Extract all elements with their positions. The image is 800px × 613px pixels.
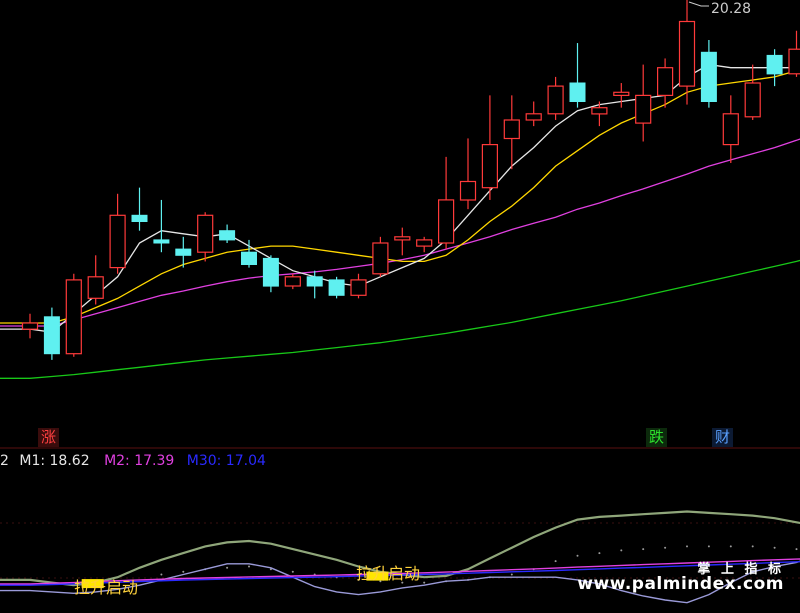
- watermark-url: www.palmindex.com: [577, 574, 784, 594]
- candle-body-up: [66, 280, 81, 354]
- candle-body-up: [745, 83, 760, 117]
- up-tag: 涨: [38, 428, 59, 447]
- candle-body-up: [88, 277, 103, 299]
- candle-body-up: [461, 182, 476, 201]
- info-tag: 财: [712, 428, 733, 447]
- candle-body-up: [395, 237, 410, 240]
- indicator-dot: [160, 574, 162, 576]
- indicator-dot: [752, 545, 754, 547]
- candlesticks: [23, 0, 800, 360]
- indicator-dot: [686, 545, 688, 547]
- signal-label-1: 拉升启动: [74, 574, 138, 598]
- candle-body-up: [548, 86, 563, 114]
- candle-body-down: [176, 249, 191, 255]
- candle-body-up: [614, 92, 629, 95]
- legend-m30: M30: 17.04: [187, 453, 266, 469]
- indicator-dot: [664, 547, 666, 549]
- candle-body-down: [570, 83, 585, 102]
- candle-body-down: [307, 277, 322, 286]
- candle-body-down: [263, 258, 278, 286]
- indicator-dot: [796, 548, 798, 550]
- candle-body-down: [329, 280, 344, 295]
- candle-body-up: [504, 120, 519, 139]
- indicator-dot: [423, 582, 425, 584]
- candle-body-up: [351, 280, 366, 295]
- candle-body-up: [636, 95, 651, 123]
- indicator-dot: [708, 545, 710, 547]
- candle-body-down: [767, 55, 782, 74]
- indicator-dot: [774, 547, 776, 549]
- high-annotation: 20.28: [689, 1, 751, 17]
- indicator-dot: [182, 571, 184, 573]
- indicator-dot: [292, 571, 294, 573]
- indicator-dot: [598, 552, 600, 554]
- indicator-dot: [226, 567, 228, 569]
- candle-body-up: [23, 323, 38, 329]
- indicator-dot: [730, 545, 732, 547]
- down-tag: 跌: [646, 428, 667, 447]
- candle-body-down: [220, 231, 235, 240]
- high-price-label: 20.28: [711, 1, 751, 17]
- candle-body-down: [132, 215, 147, 221]
- candle-body-down: [242, 252, 257, 264]
- legend-m1: M1: 18.62: [19, 453, 89, 469]
- ma-line-yellow: [0, 62, 800, 324]
- candle-body-down: [701, 52, 716, 101]
- indicator-dot: [555, 560, 557, 562]
- indicator-dot: [577, 555, 579, 557]
- candle-body-up: [198, 215, 213, 252]
- candle-body-up: [592, 108, 607, 114]
- candle-body-up: [285, 277, 300, 286]
- high-pointer: [689, 2, 709, 6]
- indicator-dot: [620, 549, 622, 551]
- candle-body-up: [482, 145, 497, 188]
- candle-body-up: [439, 200, 454, 243]
- chart-stage: 20.28 涨 跌 财 2 M1: 18.62 M2: 17.39 M30: 1…: [0, 0, 800, 609]
- indicator-dot: [248, 566, 250, 568]
- candle-body-up: [417, 240, 432, 246]
- candle-body-up: [680, 22, 695, 87]
- candle-body-up: [526, 114, 541, 120]
- candle-body-up: [373, 243, 388, 274]
- indicator-legend: 2 M1: 18.62 M2: 17.39 M30: 17.04: [0, 453, 266, 469]
- signal-label-2: 拉升启动: [356, 560, 420, 584]
- candle-body-up: [789, 49, 800, 74]
- legend-fragment: 2: [0, 453, 9, 469]
- candle-body-up: [723, 114, 738, 145]
- indicator-dot: [511, 574, 513, 576]
- candle-body-up: [110, 215, 125, 267]
- candle-body-down: [44, 317, 59, 354]
- candle-body-up: [658, 68, 673, 96]
- legend-m2: M2: 17.39: [104, 453, 174, 469]
- stock-chart: 20.28: [0, 0, 800, 609]
- candle-body-down: [154, 240, 169, 243]
- indicator-dot: [642, 548, 644, 550]
